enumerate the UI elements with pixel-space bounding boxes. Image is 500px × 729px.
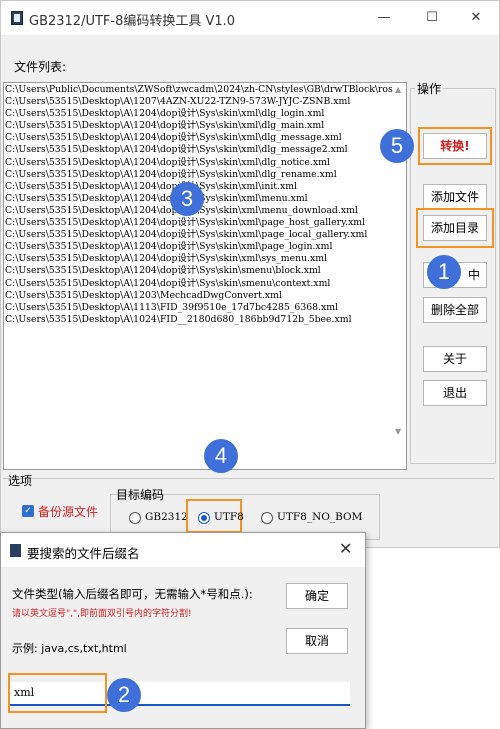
scroll-down-icon[interactable]: ▼	[395, 427, 401, 436]
dialog-example: 示例: java,cs,txt,html	[12, 642, 127, 655]
encoding-label-utf8: UTF8	[214, 511, 244, 523]
step-badge-5: 5	[380, 129, 414, 163]
options-legend: 选项	[8, 474, 33, 488]
file-list-row[interactable]: C:\Users\53515\Desktop\A\1204\dop设计\Sys\…	[5, 229, 395, 241]
title-bar: GB2312/UTF-8编码转换工具 V1.0 — ☐ ✕	[1, 1, 499, 35]
encoding-radio-utf8[interactable]	[198, 512, 210, 524]
add-file-button[interactable]: 添加文件	[423, 184, 487, 210]
convert-button[interactable]: 转换!	[423, 133, 487, 159]
step-badge-2: 2	[107, 678, 141, 712]
step-badge-1: 1	[427, 255, 461, 289]
maximize-button[interactable]: ☐	[409, 1, 455, 35]
app-icon	[11, 11, 23, 25]
suffix-input-highlight	[8, 673, 107, 713]
backup-label: 备份源文件	[38, 505, 99, 519]
file-list-row[interactable]: C:\Users\53515\Desktop\A\1024\FID__2180d…	[5, 314, 395, 326]
step-badge-4: 4	[204, 439, 238, 473]
file-list-row[interactable]: C:\Users\Public\Documents\ZWSoft\zwcadm\…	[5, 84, 395, 96]
file-list-row[interactable]: C:\Users\53515\Desktop\A\1204\dop设计\Sys\…	[5, 241, 395, 253]
encoding-radio-utf8-no-bom[interactable]	[261, 512, 273, 524]
file-list-row[interactable]: C:\Users\53515\Desktop\A\1204\dop设计\Sys\…	[5, 108, 395, 120]
dialog-prompt: 文件类型(输入后缀名即可，无需输入*号和点.):	[12, 587, 253, 601]
minimize-button[interactable]: —	[361, 1, 407, 35]
encoding-radio-gb2312[interactable]	[129, 512, 141, 524]
file-list-row[interactable]: C:\Users\53515\Desktop\A\1204\dop设计\Sys\…	[5, 253, 395, 265]
file-list-row[interactable]: C:\Users\53515\Desktop\A\1204\dop设计\Sys\…	[5, 278, 395, 290]
file-list-row[interactable]: C:\Users\53515\Desktop\A\1204\dop设计\Sys\…	[5, 144, 395, 156]
backup-checkbox[interactable]: ✓	[22, 505, 34, 517]
dialog-close-icon[interactable]: ✕	[339, 539, 352, 558]
operations-legend: 操作	[415, 80, 444, 97]
remove-all-button[interactable]: 删除全部	[423, 297, 487, 323]
encoding-label-gb2312: GB2312	[145, 511, 188, 523]
window-title: GB2312/UTF-8编码转换工具 V1.0	[29, 14, 236, 29]
options-divider	[3, 478, 495, 479]
encoding-label-utf8-no-bom: UTF8_NO_BOM	[277, 511, 363, 523]
file-list-row[interactable]: C:\Users\53515\Desktop\A\1204\dop设计\Sys\…	[5, 169, 395, 181]
dialog-title: 要搜索的文件后缀名	[27, 546, 140, 561]
file-list-row[interactable]: C:\Users\53515\Desktop\A\1204\dop设计\Sys\…	[5, 217, 395, 229]
exit-button[interactable]: 退出	[423, 380, 487, 406]
file-list-row[interactable]: C:\Users\53515\Desktop\A\1207\4AZN-XU22-…	[5, 96, 395, 108]
file-list-row[interactable]: C:\Users\53515\Desktop\A\1204\dop设计\Sys\…	[5, 157, 395, 169]
file-list-row[interactable]: C:\Users\53515\Desktop\A\1113\FID_39f951…	[5, 302, 395, 314]
file-list-row[interactable]: C:\Users\53515\Desktop\A\1204\dop设计\Sys\…	[5, 132, 395, 144]
file-list-row[interactable]: C:\Users\53515\Desktop\A\1204\dop设计\Sys\…	[5, 120, 395, 132]
file-list[interactable]: C:\Users\Public\Documents\ZWSoft\zwcadm\…	[3, 82, 407, 470]
file-list-label: 文件列表:	[14, 60, 67, 74]
dialog-warning: 请以英文逗号",",即前面双引号内的字符分割!	[12, 609, 192, 619]
scroll-up-icon[interactable]: ▲	[395, 85, 401, 94]
dialog-ok-button[interactable]: 确定	[286, 583, 348, 609]
file-list-row[interactable]: C:\Users\53515\Desktop\A\1204\dop设计\Sys\…	[5, 265, 395, 277]
dialog-app-icon	[10, 544, 21, 557]
file-list-row[interactable]: C:\Users\53515\Desktop\A\1203\MechcadDwg…	[5, 290, 395, 302]
step-badge-3: 3	[170, 182, 204, 216]
encoding-legend: 目标编码	[116, 488, 165, 502]
add-directory-button[interactable]: 添加目录	[423, 215, 487, 241]
close-button[interactable]: ✕	[453, 1, 499, 35]
about-button[interactable]: 关于	[423, 346, 487, 372]
dialog-cancel-button[interactable]: 取消	[286, 628, 348, 654]
